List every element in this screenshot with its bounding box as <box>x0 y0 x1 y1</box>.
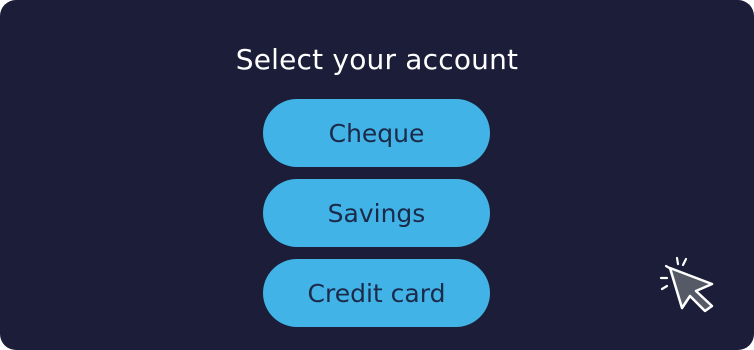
cheque-button[interactable]: Cheque <box>263 99 490 167</box>
credit-card-button-label: Credit card <box>307 278 446 308</box>
savings-button[interactable]: Savings <box>263 179 490 247</box>
page-title: Select your account <box>235 43 519 76</box>
savings-button-label: Savings <box>327 198 426 228</box>
cheque-button-label: Cheque <box>328 118 425 148</box>
account-options: Cheque Savings Credit card <box>263 99 490 339</box>
credit-card-button[interactable]: Credit card <box>263 259 490 327</box>
pointer-click-icon <box>659 256 714 313</box>
account-select-panel: Select your account Cheque Savings Credi… <box>0 0 754 350</box>
